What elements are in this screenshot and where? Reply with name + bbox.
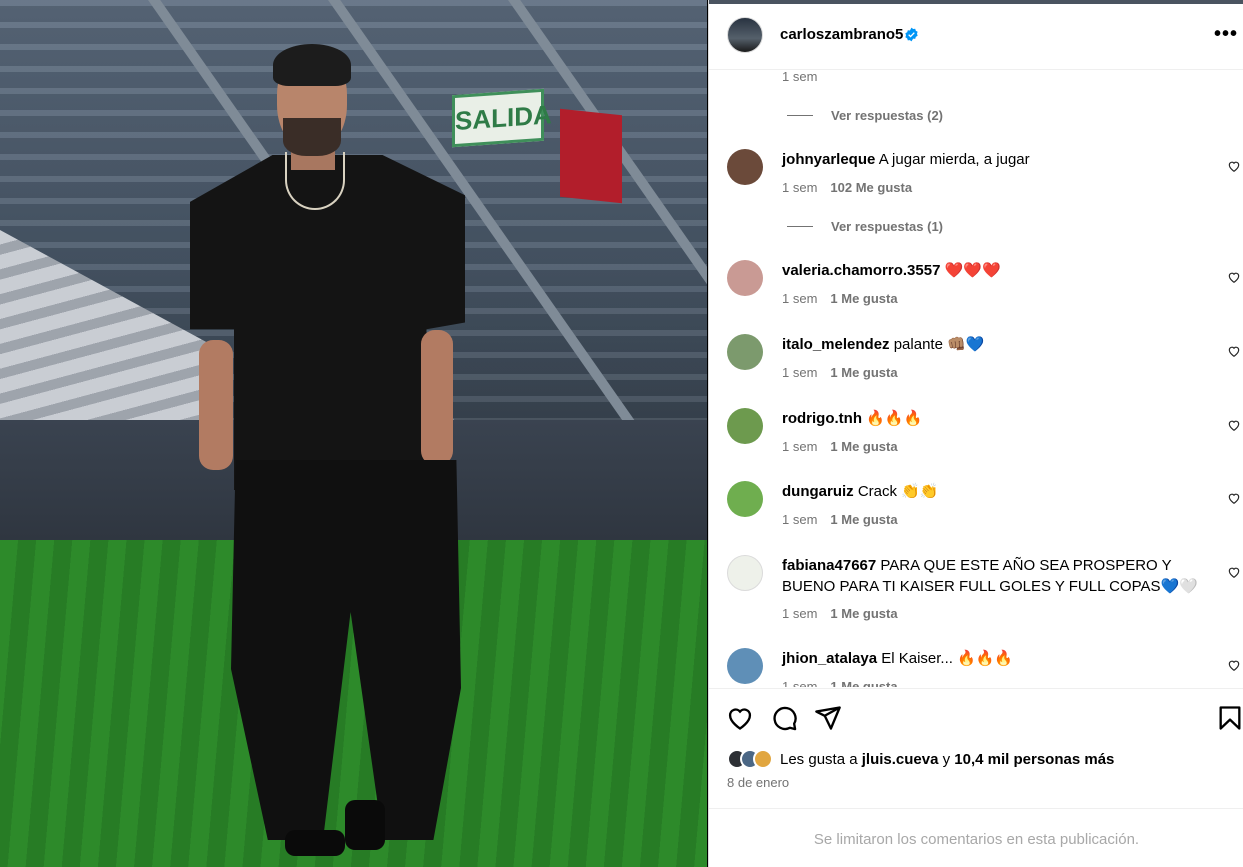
- comment-body: johnyarleque A jugar mierda, a jugar: [782, 149, 1212, 170]
- comment-like-icon[interactable]: [1227, 159, 1241, 173]
- view-replies-button[interactable]: Ver respuestas (1): [787, 219, 943, 234]
- comment-text: A jugar mierda, a jugar: [878, 151, 1030, 168]
- comments-list[interactable]: 1 sem Ver respuestas (2) johnyarleque A …: [709, 71, 1243, 687]
- comment-meta: 1 sem 1 Me gusta: [782, 439, 898, 454]
- comment-body: dungaruiz Crack 👏👏: [782, 481, 1212, 502]
- comment-meta: 1 sem 1 Me gusta: [782, 291, 898, 306]
- comment-like-icon[interactable]: [1227, 270, 1241, 284]
- likes-summary: Les gusta a jluis.cueva y 10,4 mil perso…: [727, 749, 1114, 769]
- pants: [231, 460, 461, 840]
- commenter-avatar[interactable]: [727, 149, 763, 185]
- post-actions: Les gusta a jluis.cueva y 10,4 mil perso…: [709, 688, 1243, 808]
- view-replies-button[interactable]: Ver respuestas (2): [787, 108, 943, 123]
- comment-like-icon[interactable]: [1227, 565, 1241, 579]
- comment-text: ❤️❤️❤️: [944, 262, 1001, 279]
- verified-icon: [905, 27, 918, 42]
- comment-time: 1 sem: [782, 679, 818, 687]
- comment-time: 1 sem: [782, 71, 818, 84]
- commenter-avatar[interactable]: [727, 408, 763, 444]
- comment-text: palante 👊🏽💙: [893, 336, 985, 353]
- commenter-username[interactable]: dungaruiz: [782, 483, 854, 500]
- comment-like-icon[interactable]: [1227, 344, 1241, 358]
- comment-meta: 1 sem 102 Me gusta: [782, 180, 912, 195]
- comment-meta: 1 sem 1 Me gusta: [782, 512, 898, 527]
- comment-likes[interactable]: 1 Me gusta: [830, 439, 897, 454]
- comment-icon[interactable]: [770, 704, 798, 732]
- likes-connector: y: [942, 750, 951, 768]
- liker-avatar: [753, 749, 773, 769]
- comment-body: jhion_atalaya El Kaiser... 🔥🔥🔥: [782, 648, 1212, 669]
- post-date[interactable]: 8 de enero: [727, 775, 789, 790]
- author-username[interactable]: carloszambrano5: [780, 26, 903, 43]
- comment-like-icon[interactable]: [1227, 418, 1241, 432]
- replies-line: [787, 226, 813, 227]
- comment-meta: 1 sem 1 Me gusta: [782, 606, 898, 621]
- comment-body: rodrigo.tnh 🔥🔥🔥: [782, 408, 1212, 429]
- comment-text: Crack 👏👏: [857, 483, 939, 500]
- comment-text: El Kaiser... 🔥🔥🔥: [881, 650, 1014, 667]
- commenter-avatar[interactable]: [727, 334, 763, 370]
- post-side-panel: carloszambrano5 ••• 1 sem Ver respuestas…: [708, 0, 1243, 867]
- comment-time: 1 sem: [782, 606, 818, 621]
- view-replies-label: Ver respuestas (1): [831, 219, 944, 234]
- commenter-username[interactable]: jhion_atalaya: [782, 650, 877, 667]
- comment-time: 1 sem: [782, 291, 818, 306]
- commenter-username[interactable]: fabiana47667: [782, 557, 876, 574]
- comment-time: 1 sem: [782, 439, 818, 454]
- author-avatar[interactable]: [727, 17, 763, 53]
- necklace: [285, 152, 345, 210]
- left-arm: [199, 340, 233, 470]
- commenter-avatar[interactable]: [727, 555, 763, 591]
- left-shoe: [285, 830, 345, 856]
- comment-body: fabiana47667 PARA QUE ESTE AÑO SEA PROSP…: [782, 555, 1212, 597]
- share-icon[interactable]: [814, 704, 842, 732]
- commenter-avatar[interactable]: [727, 260, 763, 296]
- comment-body: valeria.chamorro.3557 ❤️❤️❤️: [782, 260, 1212, 281]
- comment-time: 1 sem: [782, 365, 818, 380]
- likes-others[interactable]: 10,4 mil personas más: [954, 751, 1114, 768]
- comment-likes[interactable]: 1 Me gusta: [830, 365, 897, 380]
- hair: [273, 44, 351, 86]
- post-photo[interactable]: SALIDA: [0, 0, 707, 867]
- view-replies-label: Ver respuestas (2): [831, 108, 944, 123]
- save-icon[interactable]: [1216, 704, 1243, 732]
- comment-time: 1 sem: [782, 180, 818, 195]
- more-options-icon[interactable]: •••: [1214, 24, 1238, 44]
- post-header: carloszambrano5 •••: [709, 4, 1243, 70]
- comment-like-icon[interactable]: [1227, 491, 1241, 505]
- player-figure: [185, 40, 475, 867]
- commenter-username[interactable]: rodrigo.tnh: [782, 410, 862, 427]
- red-banner: [560, 108, 622, 204]
- comment-time: 1 sem: [782, 512, 818, 527]
- commenter-username[interactable]: johnyarleque: [782, 151, 875, 168]
- comment-likes[interactable]: 1 Me gusta: [830, 512, 897, 527]
- like-icon[interactable]: [726, 704, 754, 732]
- likes-text: Les gusta a jluis.cueva y 10,4 mil perso…: [780, 751, 1114, 768]
- comment-likes[interactable]: 1 Me gusta: [830, 291, 897, 306]
- liker-username[interactable]: jluis.cueva: [862, 751, 939, 768]
- comment-likes[interactable]: 102 Me gusta: [830, 180, 912, 195]
- right-shoe: [345, 800, 385, 850]
- comment-meta: 1 sem 1 Me gusta: [782, 365, 898, 380]
- comments-limited-notice: Se limitaron los comentarios en esta pub…: [709, 808, 1243, 867]
- likes-prefix: Les gusta a: [780, 750, 858, 768]
- commenter-avatar[interactable]: [727, 648, 763, 684]
- comment-likes[interactable]: 1 Me gusta: [830, 679, 897, 687]
- commenter-avatar[interactable]: [727, 481, 763, 517]
- commenter-username[interactable]: italo_melendez: [782, 336, 890, 353]
- comment-body: italo_melendez palante 👊🏽💙: [782, 334, 1212, 355]
- replies-line: [787, 115, 813, 116]
- commenter-username[interactable]: valeria.chamorro.3557: [782, 262, 940, 279]
- comment-likes[interactable]: 1 Me gusta: [830, 606, 897, 621]
- right-arm: [421, 330, 453, 465]
- comment-text: 🔥🔥🔥: [866, 410, 923, 427]
- comment-meta: 1 sem 1 Me gusta: [782, 679, 898, 687]
- comment-like-icon[interactable]: [1227, 658, 1241, 672]
- beard: [283, 118, 341, 156]
